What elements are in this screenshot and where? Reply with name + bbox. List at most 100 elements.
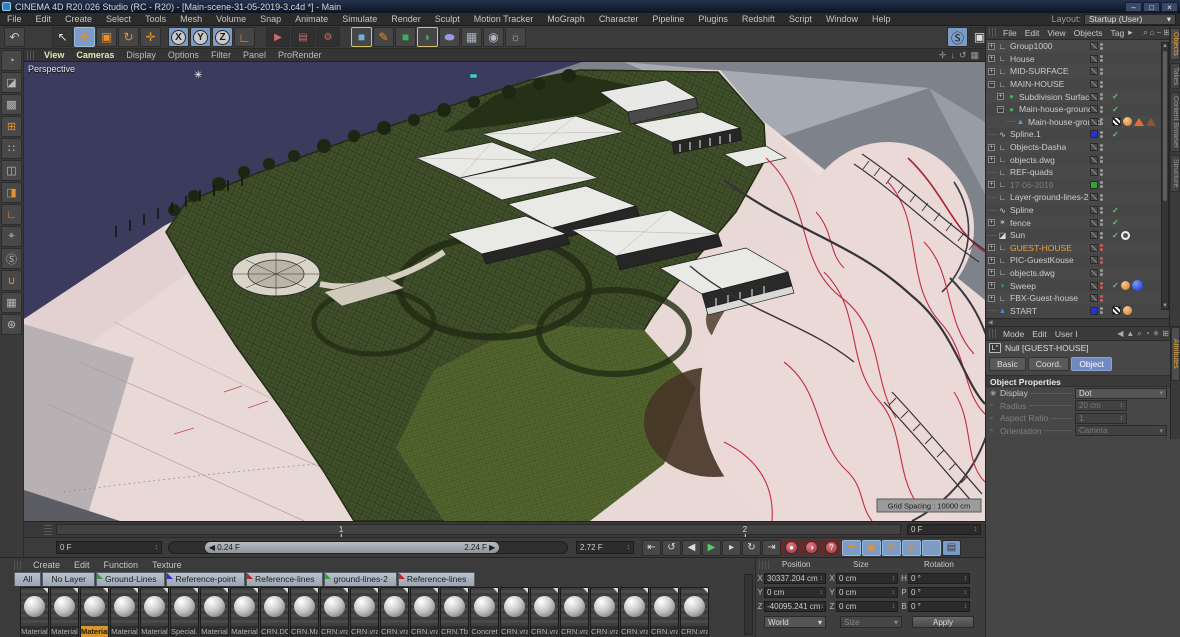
material-menu-create[interactable]: Create [26,560,67,570]
material-item[interactable]: CRN.vra [620,587,649,637]
tree-item-fbx-guest-house[interactable]: +∟FBX-Guest-house [986,292,1180,305]
tag-menu-arrow[interactable]: ▸ [1128,27,1132,38]
material-item[interactable]: CRN.Tbi [440,587,469,637]
menu-window[interactable]: Window [819,14,865,24]
camera-gizmo[interactable] [470,74,477,78]
timeline-ruler[interactable]: 12 0 F↕ [24,521,985,537]
panel-grip[interactable] [14,561,22,570]
material-menu-texture[interactable]: Texture [145,560,189,570]
generators[interactable]: ■ [395,27,416,47]
visibility-dots[interactable] [1100,156,1103,163]
layer-chip[interactable] [1090,206,1098,214]
search-icon[interactable]: ⌕ [1143,28,1147,38]
visibility-dots[interactable] [1100,295,1103,302]
visibility-dots[interactable] [1100,282,1103,289]
tree-item-objects-dwg[interactable]: +∟objects.dwg [986,153,1180,166]
enabled-check-icon[interactable]: ✓ [1112,206,1119,215]
dock-tab-content-browser[interactable]: Content Browser [1170,92,1180,152]
layer-chip[interactable] [1090,256,1098,264]
visibility-dots[interactable] [1100,257,1103,264]
mat-blue-tag-icon[interactable] [1132,280,1143,291]
visibility-dots[interactable] [1100,144,1103,151]
material-item[interactable]: CRN.vra [350,587,379,637]
move-tool[interactable]: ✛ [74,27,95,47]
viewport-menu-display[interactable]: Display [120,50,162,60]
tree-item-objects-dwg[interactable]: +∟objects.dwg [986,267,1180,280]
material-item[interactable]: CRN.vra [380,587,409,637]
material-item[interactable]: Material [200,587,229,637]
phong-tag-icon[interactable] [1123,117,1132,126]
material-item[interactable]: CRN.vra [590,587,619,637]
sculpt-icon[interactable]: ◔ [1,50,22,71]
camera-label[interactable]: Perspective [28,64,75,74]
layer-chip[interactable] [1090,244,1098,252]
layer-chip[interactable] [1090,168,1098,176]
material-menu-edit[interactable]: Edit [67,560,97,570]
layer-chip[interactable] [1090,80,1098,88]
next-frame-button[interactable]: ▸ [722,540,741,556]
menu-edit[interactable]: Edit [29,14,59,24]
range-right-arrow-icon[interactable]: ▶ [489,543,495,552]
dock-tab-structure[interactable]: Structure [1170,155,1180,191]
scale-tool[interactable]: ▣ [96,27,117,47]
om-menu-objects[interactable]: Objects [1070,28,1107,38]
end-frame-field[interactable]: 2.72 F↕ [576,541,634,554]
param-orientation-dropdown[interactable]: Camera▾ [1075,425,1167,436]
tree-item-pic-guestkouse[interactable]: +∟PIC-GuestKouse [986,254,1180,267]
undo-button[interactable]: ↶ [4,27,25,47]
close-button[interactable]: × [1161,2,1178,12]
polygons-mode-icon[interactable]: ◨ [1,182,22,203]
enabled-check-icon[interactable]: ✓ [1112,281,1119,290]
material-item[interactable]: CRN.vra [320,587,349,637]
minimize-icon[interactable]: − [1157,28,1162,38]
dock-tab-objects[interactable]: Objects [1170,28,1180,60]
record-rotation-toggle[interactable]: ↻ [882,540,901,556]
workplane-icon[interactable]: ⊞ [1,116,22,137]
menu-volume[interactable]: Volume [209,14,253,24]
record-pla-toggle[interactable]: ∷ [922,540,941,556]
light-objects[interactable]: ☼ [505,27,526,47]
maximize-button[interactable]: □ [1143,2,1160,12]
material-scrollbar[interactable] [744,574,753,635]
points-mode-icon[interactable]: ∷ [1,138,22,159]
current-frame-field[interactable]: 0 F↕ [907,524,981,535]
om-menu-tag[interactable]: Tag [1106,28,1128,38]
material-item[interactable]: CRN.DO [260,587,289,637]
play-backwards-button[interactable]: ↺ [662,540,681,556]
menu-motion-tracker[interactable]: Motion Tracker [467,14,541,24]
menu-file[interactable]: File [0,14,29,24]
material-item[interactable]: CRN.vra [560,587,589,637]
goto-start-button[interactable]: ⇤ [642,540,661,556]
expand-toggle[interactable]: + [988,68,995,75]
menu-mesh[interactable]: Mesh [173,14,209,24]
record-scale-toggle[interactable]: ▣ [862,540,881,556]
dock-icon[interactable]: ⊞ [1162,329,1169,339]
tree-item-main-house-ground[interactable]: ▲Main-house-ground [986,116,1180,129]
visibility-dots[interactable] [1100,207,1103,214]
position-y-field[interactable]: 0 cm↕ [764,587,826,598]
visibility-dots[interactable] [1100,68,1103,75]
checker-tag-icon[interactable] [1112,117,1121,126]
tab-basic[interactable]: Basic [989,357,1026,371]
tri-tag-icon[interactable] [1134,118,1144,126]
workplane-auto-icon[interactable]: ⊛ [1,314,22,335]
menu-sculpt[interactable]: Sculpt [428,14,467,24]
autokey-button[interactable]: ◑ [802,540,821,556]
param-state-icon[interactable]: ▫ [990,427,1000,434]
viewport-menu-cameras[interactable]: Cameras [70,50,120,60]
param-display-dropdown[interactable]: Dot▾ [1075,388,1167,399]
layer-chip[interactable] [1090,118,1098,126]
layer-chip[interactable] [1090,67,1098,75]
size-x-field[interactable]: 0 cm↕ [836,573,898,584]
layer-chip[interactable] [1090,55,1098,63]
stepper-icon[interactable]: ↕ [974,526,978,533]
live-selection-tool[interactable]: ↖ [52,27,73,47]
layer-chip[interactable] [1090,93,1098,101]
material-item[interactable]: CRN.Ma [290,587,319,637]
visibility-dots[interactable] [1100,219,1103,226]
visibility-dots[interactable] [1100,81,1103,88]
material-item[interactable]: CRN.vra [500,587,529,637]
menu-plugins[interactable]: Plugins [691,14,735,24]
layer-chip[interactable] [1090,156,1098,164]
viewport-menu-options[interactable]: Options [162,50,205,60]
